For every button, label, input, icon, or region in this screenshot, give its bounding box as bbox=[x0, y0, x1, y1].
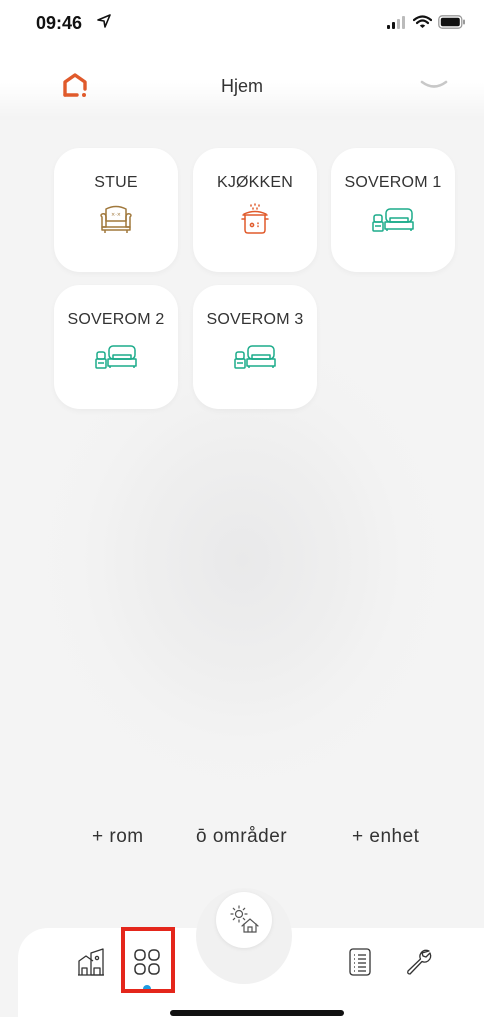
areas-button[interactable]: ō områder bbox=[196, 826, 287, 848]
room-label: STUE bbox=[94, 174, 138, 191]
status-bar: 09:46 bbox=[0, 0, 484, 44]
room-label: SOVEROM 1 bbox=[344, 174, 442, 191]
app-header: Hjem bbox=[0, 62, 484, 106]
app-screen: 09:46 Hjem STUE ×·× KJØKKEN SOVEROM 1 SO… bbox=[0, 0, 484, 1017]
battery-icon bbox=[438, 15, 466, 34]
tab-home[interactable] bbox=[76, 947, 112, 983]
add-room-button[interactable]: + rom bbox=[92, 826, 144, 848]
room-card-kjokken[interactable]: KJØKKEN bbox=[193, 148, 317, 272]
room-label: SOVEROM 2 bbox=[67, 311, 165, 328]
signal-icon bbox=[387, 15, 407, 34]
cooking-pot-icon bbox=[233, 203, 277, 235]
selection-highlight bbox=[121, 927, 175, 993]
home-indicator bbox=[170, 1010, 344, 1016]
room-card-soverom-1[interactable]: SOVEROM 1 bbox=[331, 148, 455, 272]
armchair-icon: ×·× bbox=[94, 203, 138, 235]
tab-list[interactable] bbox=[345, 947, 381, 983]
chevron-down-icon[interactable] bbox=[420, 78, 448, 96]
weather-home-button[interactable] bbox=[216, 892, 272, 948]
room-card-stue[interactable]: STUE ×·× bbox=[54, 148, 178, 272]
add-device-button[interactable]: + enhet bbox=[352, 826, 419, 848]
house-icon bbox=[76, 948, 106, 981]
room-label: KJØKKEN bbox=[216, 174, 294, 191]
bed-icon bbox=[94, 340, 138, 372]
weather-home-icon bbox=[229, 904, 259, 939]
svg-text:×·×: ×·× bbox=[111, 212, 121, 218]
wrench-icon bbox=[404, 949, 434, 981]
room-card-soverom-2[interactable]: SOVEROM 2 bbox=[54, 285, 178, 409]
page-title: Hjem bbox=[220, 76, 263, 96]
bottom-actions: + rom ō områder + enhet bbox=[0, 826, 484, 856]
bed-icon bbox=[233, 340, 277, 372]
room-card-soverom-3[interactable]: SOVEROM 3 bbox=[193, 285, 317, 409]
bed-icon bbox=[371, 203, 415, 235]
list-icon bbox=[345, 948, 375, 981]
wifi-icon bbox=[412, 15, 433, 34]
location-arrow-icon bbox=[97, 14, 111, 33]
room-label: SOVEROM 3 bbox=[206, 311, 304, 328]
tab-tools[interactable] bbox=[404, 947, 440, 983]
status-icons bbox=[387, 15, 466, 34]
status-time: 09:46 bbox=[36, 13, 83, 33]
